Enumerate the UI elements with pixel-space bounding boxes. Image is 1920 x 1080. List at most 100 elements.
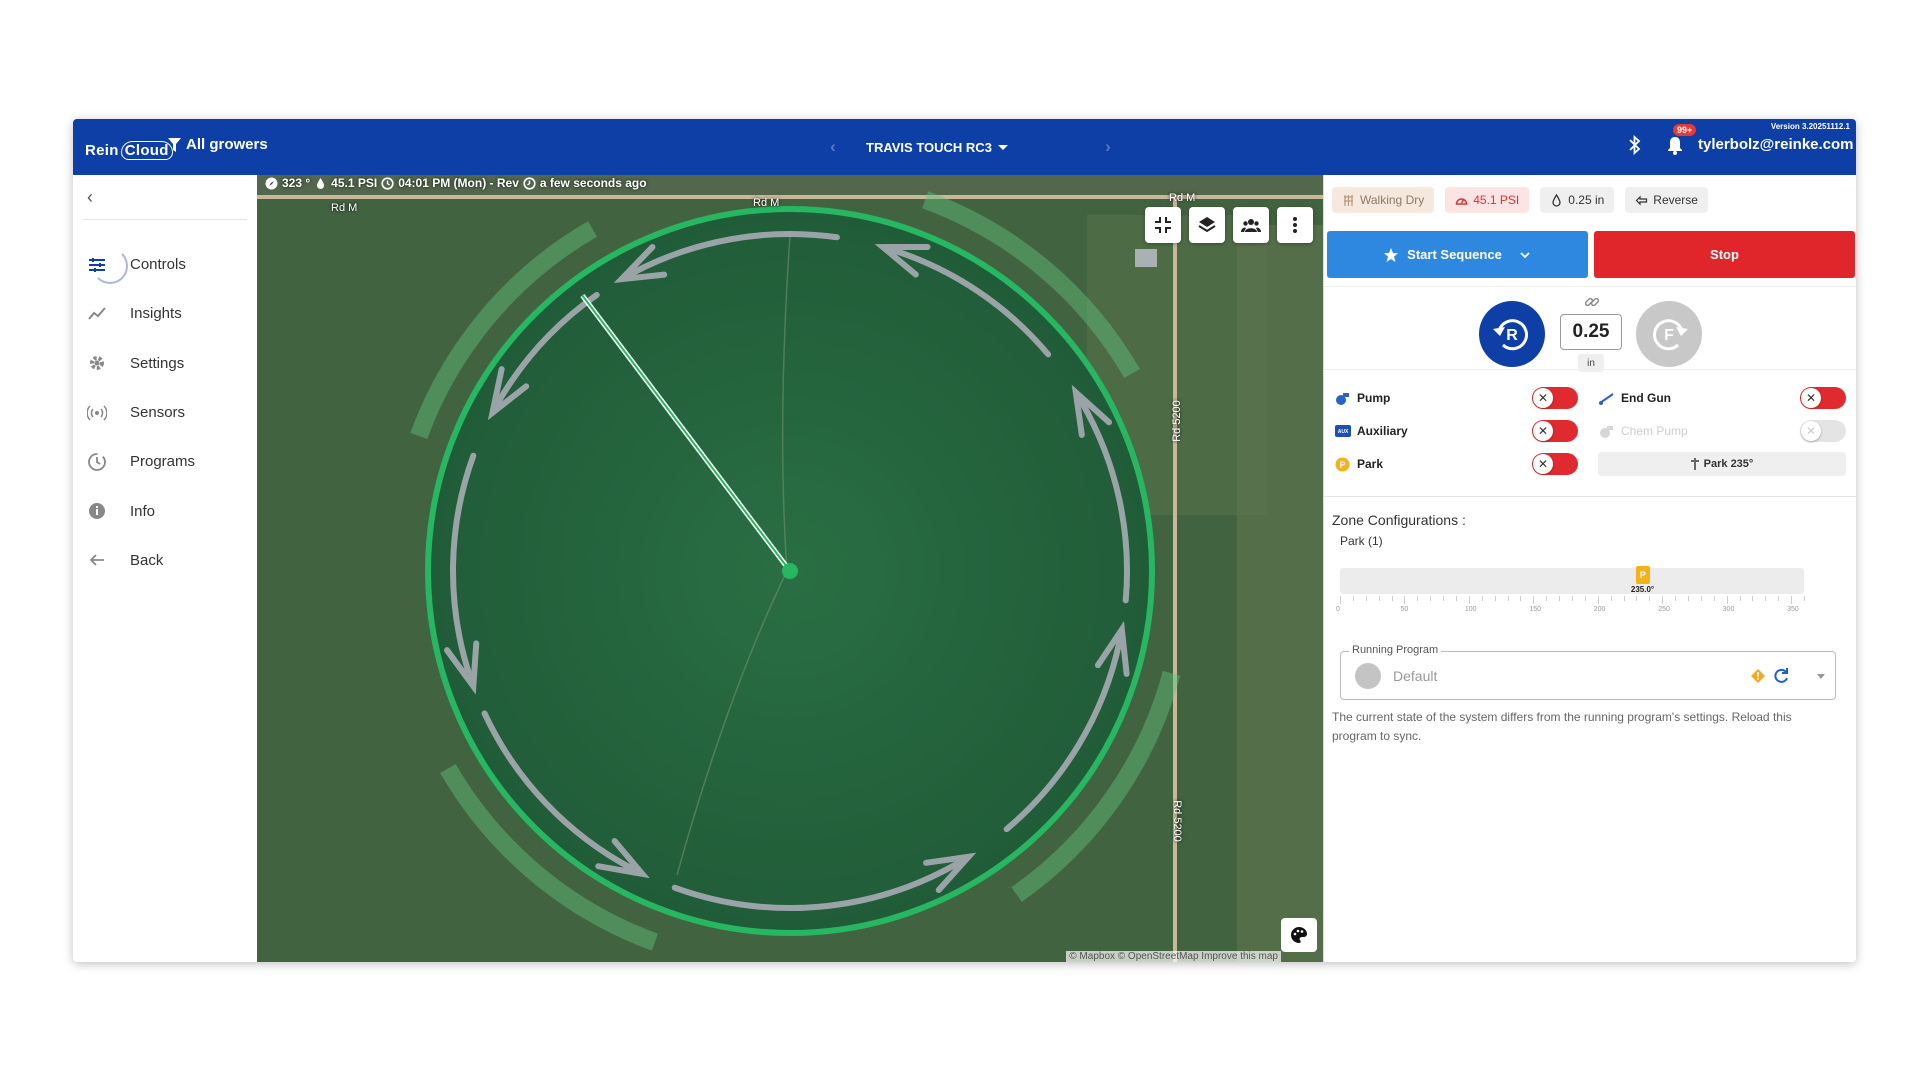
slider-tick [1507, 596, 1509, 601]
reverse-letter: R [1506, 327, 1518, 344]
start-sequence-button[interactable]: Start Sequence [1327, 231, 1588, 278]
layers-icon [1198, 217, 1216, 233]
park-angle-label: 235.0° [1630, 585, 1655, 594]
slider-tick [1623, 596, 1625, 601]
compass-icon [265, 177, 278, 189]
sidebar-item-info[interactable]: Info [73, 486, 257, 535]
zone-slider[interactable]: P 235.0° [1340, 566, 1804, 594]
auxiliary-icon: AUX [1334, 425, 1351, 437]
water-drop-icon [317, 177, 325, 189]
park-position-button[interactable]: Park 235° [1598, 452, 1846, 476]
slider-tick [1391, 596, 1393, 601]
pressure-label: 45.1 PSI [1473, 193, 1520, 207]
pivot-selector[interactable]: TRAVIS TOUCH RC3 [866, 140, 1008, 155]
user-email[interactable]: tylerbolz@reinke.com [1698, 136, 1854, 153]
pump-toggle[interactable] [1532, 387, 1578, 409]
satellite-map[interactable] [257, 175, 1323, 962]
warning-diamond-icon [1751, 669, 1765, 683]
slider-tick [1713, 596, 1715, 601]
time-value: 04:01 PM (Mon) - Rev [398, 176, 519, 190]
fullscreen-exit-button[interactable] [1145, 207, 1181, 243]
slider-tick [1636, 596, 1638, 601]
direction-controls: R 0.25 in F [1324, 286, 1856, 372]
pivot-center[interactable] [782, 563, 798, 579]
reload-icon[interactable] [1772, 667, 1790, 685]
status-chip-direction: Reverse [1625, 187, 1708, 213]
layers-button[interactable] [1189, 207, 1225, 243]
map-attribution[interactable]: © Mapbox © OpenStreetMap Improve this ma… [1066, 951, 1281, 962]
stop-button[interactable]: Stop [1594, 231, 1855, 278]
auxiliary-label: Auxiliary [1357, 424, 1408, 438]
stop-label: Stop [1710, 247, 1739, 262]
slider-tick [1352, 596, 1354, 601]
more-options-button[interactable] [1277, 207, 1313, 243]
history-icon [523, 176, 536, 190]
slider-tick [1572, 596, 1573, 601]
depth-input[interactable]: 0.25 [1560, 314, 1622, 350]
palette-button[interactable] [1281, 918, 1317, 952]
sidebar-item-insights[interactable]: Insights [73, 289, 257, 338]
growers-filter[interactable]: All growers [168, 136, 268, 153]
slider-tick [1559, 596, 1561, 601]
road-label: Rd 5200 [1170, 400, 1183, 442]
sidebar-item-back[interactable]: Back [73, 536, 257, 585]
running-program-select[interactable]: Running Program Default [1340, 644, 1836, 700]
slider-tick [1443, 596, 1445, 601]
slider-tick-label: 300 [1722, 606, 1735, 613]
slider-tick [1597, 596, 1599, 604]
depth-value: 0.25 [1572, 321, 1610, 342]
chem-pump-row: Chem Pump [1598, 419, 1688, 443]
next-pivot-button[interactable]: › [1098, 137, 1118, 157]
sidebar-item-controls[interactable]: Controls [73, 240, 257, 289]
running-program-label: Running Program [1349, 644, 1442, 656]
pivot-tower-icon [1690, 458, 1699, 470]
map-view[interactable]: 323 ° 45.1 PSI 04:01 PM (Mon) - Rev a fe… [257, 175, 1323, 962]
group-icon [1241, 219, 1261, 232]
end-gun-toggle[interactable] [1800, 387, 1846, 409]
auxiliary-toggle[interactable] [1532, 420, 1578, 442]
slider-tick [1649, 596, 1651, 601]
sidebar-item-programs[interactable]: Programs [73, 437, 257, 486]
park-marker[interactable]: P [1635, 566, 1650, 584]
collapse-sidebar-button[interactable]: ‹ [87, 187, 93, 208]
road-label: Rd 5200 [1170, 800, 1183, 842]
forward-button[interactable]: F [1636, 301, 1702, 367]
bell-icon[interactable] [1667, 136, 1683, 155]
growers-label: All growers [186, 136, 268, 153]
reincloud-logo[interactable]: Rein Cloud [85, 135, 173, 161]
panel-divider [1324, 496, 1856, 497]
prev-pivot-button[interactable]: ‹ [823, 137, 843, 157]
svg-text:AUX: AUX [1337, 429, 1348, 435]
version-label: Version 3.20251112.1 [1770, 122, 1850, 131]
svg-text:P: P [1339, 460, 1345, 470]
chart-line-icon [88, 307, 106, 320]
slider-tick [1456, 596, 1457, 601]
slider-tick [1378, 596, 1380, 601]
filter-icon [168, 137, 181, 152]
forward-letter: F [1664, 327, 1674, 344]
slider-tick [1430, 596, 1432, 601]
sidebar-item-settings[interactable]: Settings [73, 339, 257, 388]
sidebar-item-sensors[interactable]: Sensors [73, 388, 257, 437]
sidebar-nav: Controls Insights Settings Sensors Progr… [73, 240, 257, 585]
road-label: Rd M [1169, 192, 1196, 204]
dropdown-caret-icon[interactable] [1817, 674, 1825, 679]
slider-tick [1546, 596, 1548, 601]
sidebar-divider [83, 219, 247, 220]
clock-icon [381, 176, 394, 190]
slider-tick-label: 0 [1336, 606, 1340, 613]
slider-tick [1340, 596, 1341, 604]
park-toggle[interactable] [1532, 453, 1578, 475]
sidebar-item-label: Programs [130, 453, 196, 471]
loading-spinner [92, 248, 128, 284]
zone-config-title: Zone Configurations : [1332, 512, 1466, 528]
depth-unit: in [1578, 354, 1604, 372]
chem-pump-label: Chem Pump [1621, 424, 1688, 438]
walking-icon [1344, 194, 1353, 206]
reverse-button[interactable]: R [1479, 301, 1545, 367]
angle-value: 323 ° [282, 176, 311, 190]
bluetooth-icon[interactable] [1628, 135, 1642, 155]
group-button[interactable] [1233, 207, 1269, 243]
link-icon[interactable] [1584, 294, 1600, 310]
pivot-name: TRAVIS TOUCH RC3 [866, 139, 992, 155]
